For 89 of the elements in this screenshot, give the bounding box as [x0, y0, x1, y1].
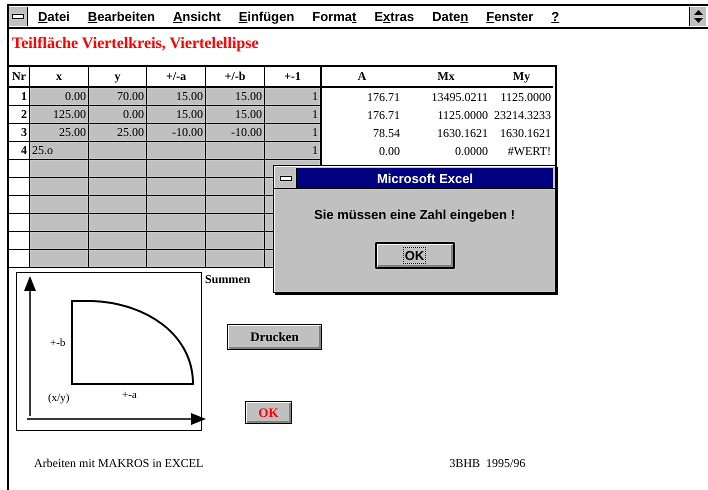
table-cell[interactable]	[147, 196, 206, 214]
control-menu-icon[interactable]	[12, 14, 24, 19]
table-cell[interactable]	[147, 214, 206, 232]
menu-item[interactable]: Einfügen	[238, 9, 294, 24]
table-cell[interactable]	[89, 214, 147, 232]
menu-item[interactable]: Datei	[38, 9, 70, 24]
table-cell[interactable]: 15.00	[147, 88, 206, 106]
table-cell[interactable]	[30, 232, 89, 250]
table-cell-text: #WERT!	[506, 142, 552, 160]
table-cell[interactable]: -10.00	[147, 124, 206, 142]
footer-text: Arbeiten mit MAKROS in EXCEL	[34, 456, 204, 471]
column-header: y	[89, 67, 147, 88]
table-cell[interactable]	[89, 250, 147, 268]
dialog-ok-button[interactable]: OK	[374, 242, 454, 269]
table-cell[interactable]: 70.00	[89, 88, 147, 106]
table-cell[interactable]	[30, 196, 89, 214]
axis-label: +-a	[122, 389, 137, 401]
axis-label: (x/y)	[48, 392, 70, 404]
table-cell-text: 176.71	[366, 106, 401, 124]
menu-item[interactable]: Fenster	[486, 9, 534, 24]
table-cell[interactable]: 0.00	[89, 106, 147, 124]
table-cell[interactable]: 0.00	[30, 88, 89, 106]
footer-text: 3BHB 1995/96	[449, 456, 526, 471]
table-cell[interactable]: 1	[265, 142, 322, 160]
table-cell[interactable]	[30, 214, 89, 232]
table-cell-text: 1630.1621	[436, 124, 489, 142]
table-cell-text: 0.0000	[454, 142, 489, 160]
column-header: Nr	[9, 67, 30, 88]
menu-item[interactable]: Bearbeiten	[88, 9, 155, 24]
table-cell-text: 1125.0000	[436, 106, 489, 124]
table-cell[interactable]: 125.00	[30, 106, 89, 124]
table-cell[interactable]	[206, 196, 265, 214]
column-header: x	[30, 67, 89, 88]
row-number: 3	[9, 124, 30, 142]
table-cell[interactable]	[147, 160, 206, 178]
table-cell[interactable]	[206, 214, 265, 232]
column-header: +/-b	[206, 67, 265, 88]
scroll-arrows-icon[interactable]	[694, 10, 702, 23]
table-cell-text: 13495.0211	[430, 88, 489, 106]
table-cell-text: 1630.1621	[499, 124, 552, 142]
table-cell-text: 23214.3233	[493, 106, 552, 124]
dialog-message: Sie müssen eine Zahl eingeben !	[313, 207, 516, 222]
table-cell[interactable]	[206, 142, 265, 160]
table-cell[interactable]	[147, 232, 206, 250]
table-cell-text: 176.71	[366, 88, 401, 106]
table-cell[interactable]	[147, 178, 206, 196]
table-cell[interactable]: 25.00	[89, 124, 147, 142]
table-cell[interactable]: 1	[265, 106, 322, 124]
control-menu-icon[interactable]	[280, 176, 292, 180]
sheet-title: Teilfläche Viertelkreis, Viertelellipse	[11, 34, 260, 54]
table-cell[interactable]	[206, 232, 265, 250]
axis-label: +-b	[50, 337, 66, 349]
table-cell[interactable]: 15.00	[206, 88, 265, 106]
sums-label: Summen	[205, 272, 250, 287]
menu-item[interactable]: Daten	[432, 9, 468, 24]
row-number: 1	[9, 88, 30, 106]
table-cell[interactable]	[147, 250, 206, 268]
menu-item[interactable]: Extras	[374, 9, 414, 24]
table-cell[interactable]	[89, 196, 147, 214]
table-cell[interactable]: 15.00	[206, 106, 265, 124]
table-cell[interactable]	[30, 250, 89, 268]
table-cell[interactable]	[206, 178, 265, 196]
row-number: 4	[9, 142, 30, 160]
table-cell-text: 1125.0000	[499, 88, 552, 106]
table-cell-text: 0.00	[378, 142, 401, 160]
table-cell[interactable]	[147, 142, 206, 160]
table-cell[interactable]	[206, 160, 265, 178]
table-cell[interactable]	[89, 178, 147, 196]
table-cell-text: 78.54	[372, 124, 401, 142]
menu-item[interactable]: ?	[551, 9, 560, 24]
table-cell[interactable]: -10.00	[206, 124, 265, 142]
table-cell[interactable]	[30, 160, 89, 178]
table-cell[interactable]: 1	[265, 124, 322, 142]
table-cell[interactable]	[89, 160, 147, 178]
table-cell[interactable]: 15.00	[147, 106, 206, 124]
menu-item[interactable]: Ansicht	[173, 9, 221, 24]
table-cell[interactable]	[30, 178, 89, 196]
print-button[interactable]: Drucken	[227, 324, 322, 350]
menu-item[interactable]: Format	[312, 9, 356, 24]
table-cell[interactable]: 25.o	[30, 142, 89, 160]
column-header: +/-a	[147, 67, 206, 88]
table-cell[interactable]: 1	[265, 88, 322, 106]
row-number: 2	[9, 106, 30, 124]
column-header: +-1	[265, 67, 322, 88]
table-cell[interactable]	[206, 250, 265, 268]
dialog-title: Microsoft Excel	[297, 168, 553, 188]
table-cell[interactable]: 25.00	[30, 124, 89, 142]
table-cell[interactable]	[89, 142, 147, 160]
table-cell[interactable]	[89, 232, 147, 250]
